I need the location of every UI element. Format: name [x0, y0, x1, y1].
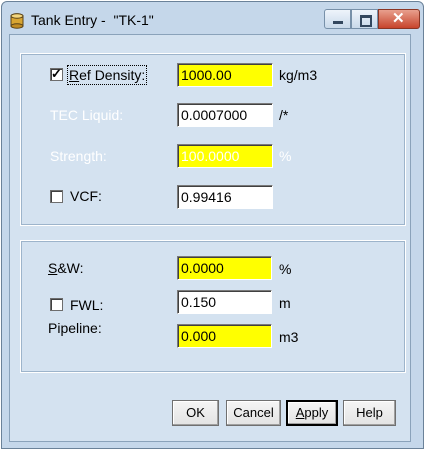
- tec-liquid-label: TEC Liquid:: [50, 107, 124, 123]
- sw-label: S&W:: [48, 260, 84, 276]
- ref-density-input[interactable]: 1000.00: [177, 63, 273, 87]
- title-bar[interactable]: Tank Entry - "TK-1" ✕: [2, 2, 423, 36]
- strength-unit: %: [279, 148, 292, 164]
- minimize-button[interactable]: [324, 9, 351, 29]
- ref-density-checkbox[interactable]: ✓: [50, 66, 63, 81]
- ref-density-label-rest: ef Density:: [79, 67, 146, 83]
- fwl-checkbox[interactable]: [50, 298, 63, 311]
- pipeline-input[interactable]: 0.000: [177, 324, 272, 348]
- pipeline-unit: m3: [279, 329, 299, 345]
- tank-icon: [10, 13, 24, 29]
- close-icon: ✕: [392, 10, 405, 27]
- vcf-checkbox[interactable]: [50, 190, 63, 203]
- ref-density-label[interactable]: Ref Density:: [66, 65, 148, 85]
- tec-liquid-unit: /*: [279, 107, 289, 123]
- sw-accel: S: [48, 260, 58, 276]
- maximize-icon: [360, 15, 372, 27]
- fwl-unit: m: [279, 295, 291, 311]
- sw-label-rest: &W:: [57, 260, 84, 276]
- sw-unit: %: [279, 261, 292, 277]
- window-title: Tank Entry - "TK-1": [31, 12, 154, 28]
- check-mark-icon: ✓: [51, 66, 62, 81]
- apply-button[interactable]: Apply: [286, 400, 338, 426]
- caption-buttons: ✕: [324, 9, 420, 29]
- fwl-label: FWL:: [70, 297, 104, 313]
- cancel-button[interactable]: Cancel: [226, 400, 281, 426]
- vcf-input[interactable]: 0.99416: [177, 185, 273, 209]
- fwl-input[interactable]: 0.150: [177, 290, 272, 314]
- tec-liquid-input[interactable]: 0.0007000: [177, 103, 273, 127]
- close-button[interactable]: ✕: [378, 9, 420, 29]
- apply-label-rest: pply: [304, 405, 329, 420]
- strength-input[interactable]: 100.0000: [177, 144, 273, 168]
- minimize-icon: [333, 21, 343, 24]
- ref-density-accel: R: [69, 67, 80, 83]
- ref-density-unit: kg/m3: [279, 67, 318, 83]
- pipeline-label: Pipeline:: [48, 320, 102, 336]
- ok-button[interactable]: OK: [172, 400, 219, 426]
- strength-label: Strength:: [50, 148, 107, 164]
- maximize-button[interactable]: [351, 9, 378, 29]
- vcf-label: VCF:: [70, 188, 102, 204]
- sw-input[interactable]: 0.0000: [177, 256, 272, 280]
- help-button[interactable]: Help: [343, 400, 396, 426]
